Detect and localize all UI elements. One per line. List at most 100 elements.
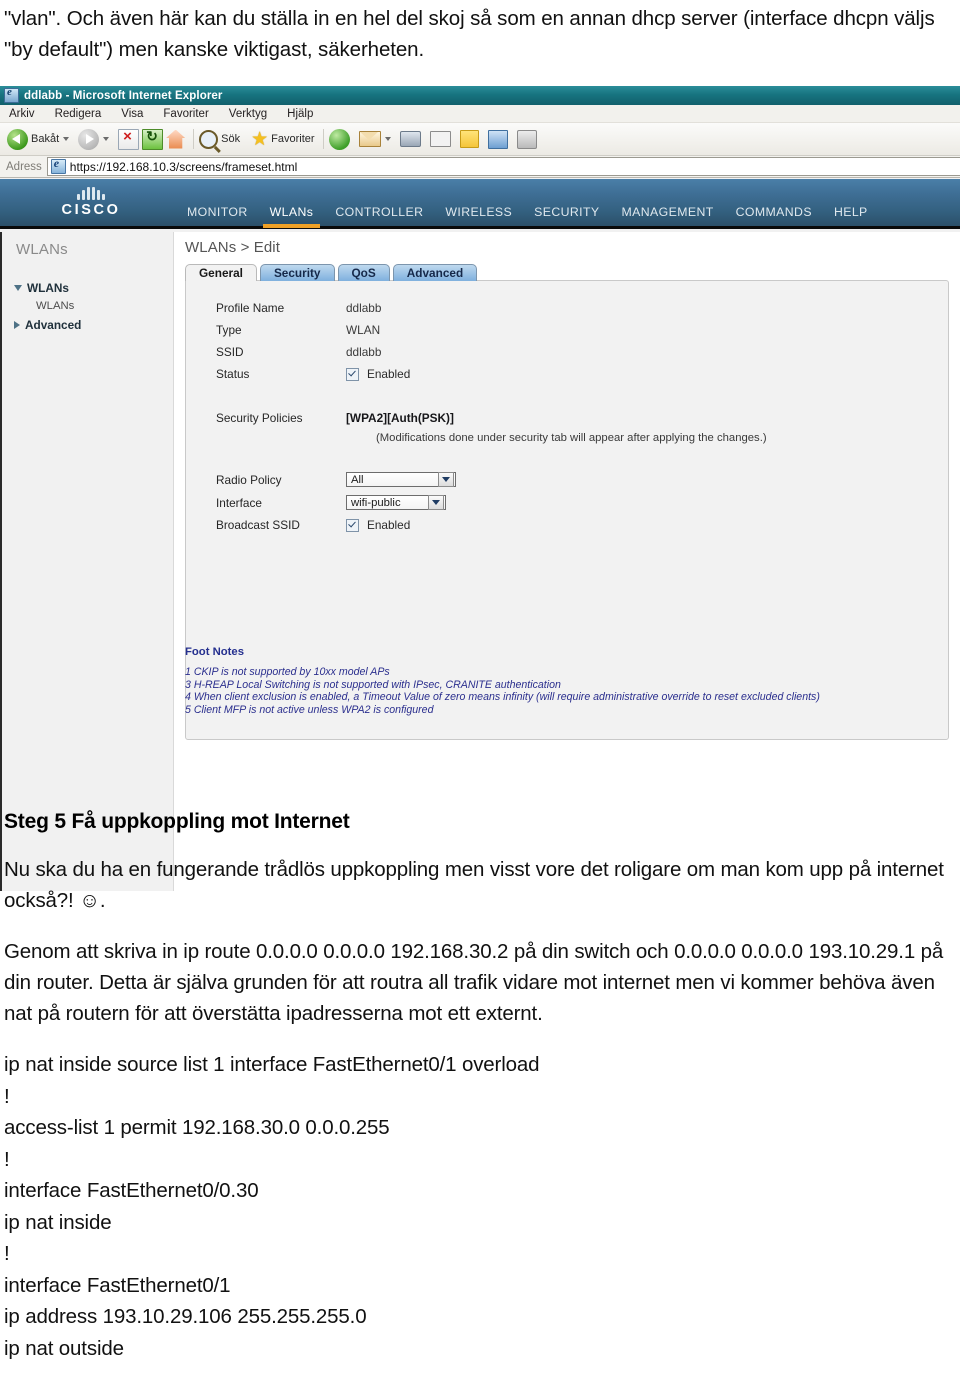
home-button[interactable] xyxy=(166,129,186,149)
field-type: Type WLAN xyxy=(186,319,948,341)
page-icon xyxy=(50,156,66,174)
security-policies-block: Security Policies [WPA2][Auth(PSK)] (Mod… xyxy=(186,407,948,444)
lower-document-text: Steg 5 Få uppkoppling mot Internet Nu sk… xyxy=(4,806,956,1364)
nav-monitor[interactable]: MONITOR xyxy=(176,205,259,225)
wlc-content-body: WLANs WLANs WLANs Advanced WLANs > Edit … xyxy=(0,232,960,891)
messenger-button[interactable] xyxy=(487,129,508,149)
sidebar-item-wlans-group[interactable]: WLANs xyxy=(2,278,173,298)
mail-button[interactable] xyxy=(358,131,397,147)
print-button[interactable] xyxy=(399,131,421,147)
edit-page-icon xyxy=(429,131,451,147)
forward-button[interactable] xyxy=(78,128,115,150)
star-icon: ★ xyxy=(251,128,269,150)
cisco-logo: CISCO xyxy=(56,187,126,218)
search-button[interactable]: Sök xyxy=(199,129,240,149)
nav-wlans[interactable]: WLANs xyxy=(259,205,325,228)
mail-icon xyxy=(358,131,381,147)
footnotes-title: Foot Notes xyxy=(185,646,244,658)
menu-item-favoriter[interactable]: Favoriter xyxy=(163,108,208,120)
discuss-button[interactable] xyxy=(516,129,537,149)
footnote-line: 4 When client exclusion is enabled, a Ti… xyxy=(185,691,820,703)
stop-button[interactable] xyxy=(118,128,140,150)
refresh-button[interactable] xyxy=(142,128,164,150)
home-icon xyxy=(166,129,186,149)
broadcast-ssid-checkbox-label: Enabled xyxy=(367,518,411,532)
radio-policy-chevron-down-icon[interactable] xyxy=(438,472,454,487)
config-line: ! xyxy=(4,1242,10,1265)
type-value: WLAN xyxy=(346,323,381,337)
field-broadcast-ssid: Broadcast SSID Enabled xyxy=(186,514,948,536)
config-line: ! xyxy=(4,1147,10,1171)
browser-title-bar: ddlabb - Microsoft Internet Explorer xyxy=(0,86,960,106)
menu-item-hjalp[interactable]: Hjälp xyxy=(287,108,313,120)
address-url-text: https://192.168.10.3/screens/frameset.ht… xyxy=(69,159,298,174)
chevron-down-icon[interactable] xyxy=(63,137,70,141)
security-policies-label: Security Policies xyxy=(216,411,303,425)
wlc-main-panel: WLANs > Edit General Security QoS Advanc… xyxy=(174,232,960,806)
tab-strip: General Security QoS Advanced xyxy=(185,264,480,281)
favorites-button[interactable]: ★ Favoriter xyxy=(251,130,314,149)
notes-button[interactable] xyxy=(459,130,479,148)
sidebar-item-wlans-group-label: WLANs xyxy=(27,281,69,295)
radio-policy-selected-value: All xyxy=(351,473,364,486)
field-radio-policy: Radio Policy All xyxy=(186,468,948,491)
back-button-label: Bakåt xyxy=(31,133,60,145)
nav-security[interactable]: SECURITY xyxy=(523,205,610,225)
media-button[interactable] xyxy=(328,128,350,150)
status-label: Status xyxy=(216,367,250,381)
footnote-line: 3 H-REAP Local Switching is not supporte… xyxy=(185,678,561,691)
menu-item-verktyg[interactable]: Verktyg xyxy=(229,108,267,120)
nav-commands[interactable]: COMMANDS xyxy=(725,205,823,225)
toolbar-divider-2 xyxy=(322,129,324,149)
profile-name-value: ddlabb xyxy=(346,301,382,315)
browser-window-screenshot: ddlabb - Microsoft Internet Explorer Ark… xyxy=(0,86,960,891)
messenger-icon xyxy=(487,129,508,149)
config-line: ! xyxy=(4,1084,10,1108)
footnote-line: 5 Client MFP is not active unless WPA2 i… xyxy=(185,703,434,716)
tab-qos[interactable]: QoS xyxy=(337,264,390,281)
interface-chevron-down-icon[interactable] xyxy=(428,495,444,510)
window-title: ddlabb - Microsoft Internet Explorer xyxy=(24,89,223,102)
radio-policy-select[interactable]: All xyxy=(346,472,456,487)
ssid-label: SSID xyxy=(216,345,244,359)
interface-select[interactable]: wifi-public xyxy=(346,495,446,510)
back-arrow-icon xyxy=(7,128,28,150)
menu-item-visa[interactable]: Visa xyxy=(121,108,143,120)
paragraph-2: Genom att skriva in ip route 0.0.0.0 0.0… xyxy=(4,940,944,1025)
nav-help[interactable]: HELP xyxy=(823,205,879,225)
address-input[interactable]: https://192.168.10.3/screens/frameset.ht… xyxy=(46,156,960,176)
favorites-button-label: Favoriter xyxy=(271,133,315,145)
edit-button[interactable] xyxy=(429,131,451,147)
stop-icon xyxy=(118,128,140,150)
status-checkbox[interactable] xyxy=(346,367,359,381)
config-line: ip nat inside source list 1 interface Fa… xyxy=(4,1053,540,1076)
printer-icon xyxy=(399,131,421,147)
tab-advanced[interactable]: Advanced xyxy=(392,264,478,281)
config-line: ip nat outside xyxy=(4,1336,124,1360)
field-profile-name: Profile Name ddlabb xyxy=(186,297,948,319)
mail-chevron-down-icon[interactable] xyxy=(384,137,391,141)
radio-interface-block: Radio Policy All Interface wifi-public B… xyxy=(186,468,948,536)
tab-security[interactable]: Security xyxy=(259,264,335,281)
search-icon xyxy=(199,129,219,149)
field-security-policies: Security Policies [WPA2][Auth(PSK)] xyxy=(186,407,948,429)
tab-general[interactable]: General xyxy=(185,264,257,281)
menu-item-redigera[interactable]: Redigera xyxy=(55,108,102,120)
footnotes-section: Foot Notes 1 CKIP is not supported by 10… xyxy=(185,646,955,716)
sidebar-tree: WLANs WLANs Advanced xyxy=(2,278,173,335)
cisco-wordmark: CISCO xyxy=(61,202,121,218)
nav-management[interactable]: MANAGEMENT xyxy=(611,205,725,225)
nav-controller[interactable]: CONTROLLER xyxy=(324,205,434,225)
paragraph-1: Nu ska du ha en fungerande trådlös uppko… xyxy=(4,858,944,912)
forward-chevron-down-icon[interactable] xyxy=(103,137,110,141)
menu-item-arkiv[interactable]: Arkiv xyxy=(9,108,35,120)
browser-menu-bar: Arkiv Redigera Visa Favoriter Verktyg Hj… xyxy=(0,105,960,123)
nav-wireless[interactable]: WIRELESS xyxy=(434,205,523,225)
forward-arrow-icon xyxy=(78,128,100,150)
field-interface: Interface wifi-public xyxy=(186,491,948,514)
back-button[interactable]: Bakåt xyxy=(7,128,75,150)
sidebar-item-advanced[interactable]: Advanced xyxy=(2,315,173,335)
triangle-right-icon xyxy=(14,321,20,329)
sidebar-item-wlans-leaf[interactable]: WLANs xyxy=(2,298,173,315)
broadcast-ssid-checkbox[interactable] xyxy=(346,518,359,532)
